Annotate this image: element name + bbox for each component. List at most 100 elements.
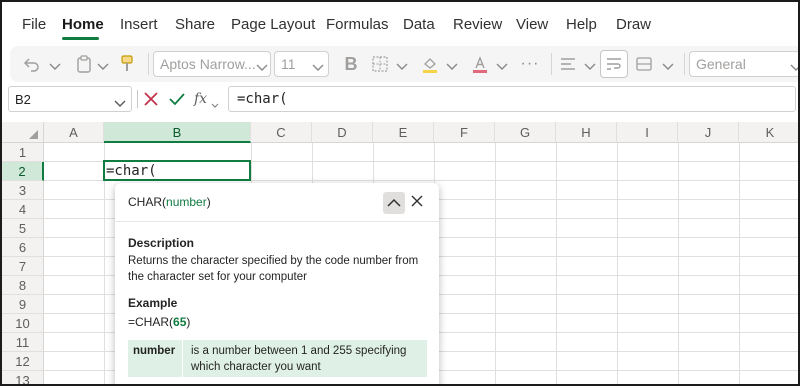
chevron-down-icon[interactable] (446, 58, 458, 76)
ribbon-separator (148, 53, 149, 75)
row-header-3[interactable]: 3 (2, 181, 44, 200)
row-header-13[interactable]: 13 (2, 371, 44, 384)
ribbon-separator (684, 53, 685, 75)
row-header-12[interactable]: 12 (2, 352, 44, 371)
ribbon-separator (551, 53, 552, 75)
row-header-4[interactable]: 4 (2, 200, 44, 219)
chevron-down-icon[interactable] (396, 58, 408, 76)
formula-bar: B2 fx =char( (2, 86, 798, 114)
borders-icon[interactable] (370, 55, 390, 73)
formula-text: =char( (237, 91, 288, 107)
column-header-d[interactable]: D (312, 122, 373, 143)
function-tooltip-card: CHAR(number) Description Returns the cha… (115, 183, 439, 384)
active-cell-text: =char( (106, 163, 157, 179)
function-name: CHAR (128, 195, 163, 209)
more-icon[interactable]: ··· (519, 55, 541, 73)
tab-help[interactable]: Help (566, 16, 597, 33)
function-signature: CHAR(number) (128, 195, 211, 209)
insert-function-icon[interactable]: fx (194, 91, 207, 107)
argument-description: is a number between 1 and 255 specifying… (191, 345, 407, 373)
row-header-11[interactable]: 11 (2, 333, 44, 352)
tab-share[interactable]: Share (175, 16, 215, 33)
chevron-down-icon[interactable] (256, 59, 268, 77)
chevron-down-icon[interactable] (496, 58, 508, 76)
tab-view[interactable]: View (516, 16, 548, 33)
column-header-j[interactable]: J (678, 122, 739, 143)
example-formula: =CHAR(65) (128, 315, 190, 329)
row-header-6[interactable]: 6 (2, 238, 44, 257)
fill-color-icon[interactable] (420, 55, 440, 73)
spreadsheet-window: File Home Insert Share Page Layout Formu… (0, 0, 800, 386)
column-header-k[interactable]: K (739, 122, 798, 143)
bold-icon[interactable]: B (341, 54, 361, 74)
tab-data[interactable]: Data (403, 16, 435, 33)
tab-draw[interactable]: Draw (616, 16, 651, 33)
enter-check-icon[interactable] (168, 91, 186, 112)
number-format-combo[interactable]: General (689, 51, 798, 77)
example-argument: 65 (173, 315, 187, 329)
chevron-up-icon (387, 194, 401, 212)
align-icon[interactable] (558, 55, 578, 73)
number-format-value: General (696, 56, 746, 72)
tab-insert[interactable]: Insert (120, 16, 158, 33)
column-header-f[interactable]: F (434, 122, 495, 143)
chevron-down-icon[interactable] (49, 58, 61, 76)
column-header-c[interactable]: C (251, 122, 312, 143)
active-cell-b2[interactable]: =char( (103, 160, 251, 181)
chevron-down-icon[interactable] (662, 58, 674, 76)
close-button[interactable] (406, 192, 428, 214)
tab-page-layout[interactable]: Page Layout (231, 16, 315, 33)
tab-file[interactable]: File (22, 16, 46, 33)
row-header-7[interactable]: 7 (2, 257, 44, 276)
wrap-text-icon (606, 57, 622, 76)
cancel-icon[interactable] (143, 91, 159, 112)
formula-input[interactable]: =char( (228, 86, 796, 112)
tab-formulas[interactable]: Formulas (326, 16, 389, 33)
argument-name: number (133, 345, 176, 357)
active-tab-indicator (62, 37, 99, 40)
menu-bar: File Home Insert Share Page Layout Formu… (2, 2, 798, 42)
row-header-5[interactable]: 5 (2, 219, 44, 238)
chevron-down-icon[interactable] (211, 96, 219, 114)
column-header-h[interactable]: H (556, 122, 617, 143)
column-header-b[interactable]: B (104, 122, 251, 143)
chevron-down-icon[interactable] (97, 58, 109, 76)
name-box[interactable]: B2 (8, 86, 132, 112)
column-header-e[interactable]: E (373, 122, 434, 143)
column-header-g[interactable]: G (495, 122, 556, 143)
tab-home[interactable]: Home (62, 16, 104, 33)
example-close-paren: ) (186, 315, 191, 329)
font-name-value: Aptos Narrow... (160, 56, 256, 72)
row-header-8[interactable]: 8 (2, 276, 44, 295)
argument-row: number is a number between 1 and 255 spe… (128, 340, 427, 377)
undo-icon[interactable] (22, 55, 42, 73)
row-header-2[interactable]: 2 (2, 162, 44, 181)
chevron-down-icon[interactable] (114, 96, 126, 111)
name-box-value: B2 (15, 92, 31, 107)
row-header-1[interactable]: 1 (2, 143, 44, 162)
description-heading: Description (128, 236, 195, 250)
chevron-down-icon[interactable] (584, 58, 596, 76)
select-all-corner[interactable] (2, 122, 44, 143)
example-function: =CHAR( (128, 315, 174, 329)
collapse-button[interactable] (383, 192, 405, 214)
row-header-9[interactable]: 9 (2, 295, 44, 314)
tab-review[interactable]: Review (453, 16, 502, 33)
column-header-a[interactable]: A (44, 122, 104, 143)
merge-icon[interactable] (634, 55, 654, 73)
function-argument[interactable]: number (166, 195, 207, 209)
example-heading: Example (128, 296, 178, 310)
formula-bar-separator (137, 90, 138, 108)
clipboard-icon[interactable] (74, 55, 94, 73)
format-painter-icon[interactable] (118, 55, 136, 73)
font-color-icon[interactable] (470, 55, 490, 73)
chevron-down-icon[interactable] (312, 59, 324, 77)
chevron-down-icon[interactable] (790, 59, 798, 77)
wrap-text-button[interactable] (600, 50, 628, 78)
argument-divider (182, 340, 183, 377)
font-name-combo[interactable]: Aptos Narrow... (153, 51, 271, 77)
description-text: Returns the character specified by the c… (128, 255, 419, 283)
row-header-10[interactable]: 10 (2, 314, 44, 333)
font-size-value: 11 (281, 56, 296, 72)
column-header-i[interactable]: I (617, 122, 678, 143)
